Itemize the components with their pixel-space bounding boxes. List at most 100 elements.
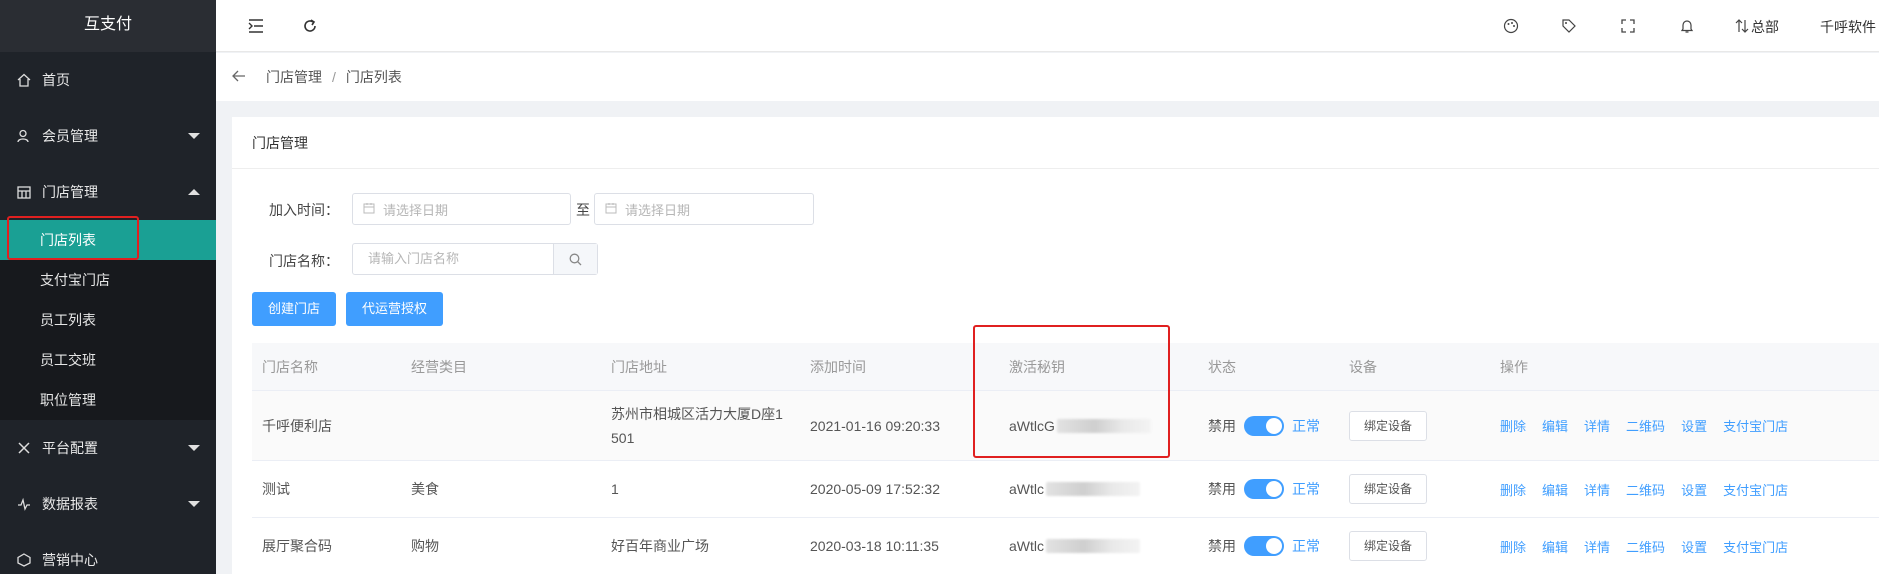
- user-name[interactable]: 千呼软件: [1820, 17, 1876, 37]
- alipay-store-link[interactable]: 支付宝门店: [1723, 416, 1788, 435]
- home-icon: [16, 72, 32, 88]
- delete-link[interactable]: 删除: [1500, 537, 1526, 556]
- qrcode-link[interactable]: 二维码: [1626, 537, 1665, 556]
- sidebar-item-home[interactable]: 首页: [0, 52, 216, 108]
- masked-key: [1046, 482, 1140, 496]
- cell-category: [401, 391, 411, 460]
- alipay-store-link[interactable]: 支付宝门店: [1723, 537, 1788, 556]
- detail-link[interactable]: 详情: [1584, 480, 1610, 499]
- qrcode-link[interactable]: 二维码: [1626, 480, 1665, 499]
- search-button[interactable]: [553, 244, 597, 274]
- breadcrumb-item-current: 门店列表: [345, 69, 402, 85]
- bind-device-button[interactable]: 绑定设备: [1349, 474, 1428, 504]
- user-icon: [16, 128, 32, 144]
- sidebar-item-members[interactable]: 会员管理: [0, 108, 216, 164]
- qrcode-link[interactable]: 二维码: [1626, 416, 1665, 435]
- sidebar-subitem-shift-handover[interactable]: 员工交班: [0, 340, 216, 380]
- sidebar-item-label: 门店管理: [42, 184, 98, 200]
- cell-status: 禁用 正常: [1198, 461, 1320, 517]
- sidebar-item-platform-config[interactable]: 平台配置: [0, 420, 216, 476]
- sidebar: 互支付 首页 会员管理 门店管理 门店列表 支付宝门店 员工列表 员工交班 职位…: [0, 0, 216, 574]
- theme-palette-icon[interactable]: [1499, 14, 1523, 38]
- status-toggle[interactable]: [1244, 479, 1284, 499]
- delete-link[interactable]: 删除: [1500, 416, 1526, 435]
- store-name-input[interactable]: 请输入门店名称: [353, 244, 553, 274]
- sidebar-item-stores[interactable]: 门店管理: [0, 164, 216, 220]
- sidebar-subitem-staff-list[interactable]: 员工列表: [0, 300, 216, 340]
- col-header-category: 经营类目: [411, 358, 467, 375]
- chevron-down-icon: [188, 133, 200, 139]
- tools-icon: [16, 440, 32, 456]
- col-header-address: 门店地址: [611, 358, 667, 375]
- tag-icon[interactable]: [1557, 14, 1581, 38]
- status-on-label: 正常: [1292, 538, 1320, 554]
- status-on-label: 正常: [1292, 481, 1320, 497]
- search-icon: [569, 253, 582, 265]
- status-off-label: 禁用: [1208, 481, 1236, 497]
- col-header-store-name: 门店名称: [262, 358, 318, 375]
- cell-device: 绑定设备: [1339, 518, 1428, 574]
- bind-device-button[interactable]: 绑定设备: [1349, 531, 1428, 561]
- menu-collapse-icon[interactable]: [244, 14, 268, 38]
- branch-name[interactable]: 总部: [1751, 17, 1779, 37]
- store-icon: [16, 184, 32, 200]
- breadcrumb-item[interactable]: 门店管理: [266, 67, 322, 87]
- start-date-input[interactable]: 请选择日期: [352, 193, 571, 225]
- top-bar: 总部 千呼软件: [216, 0, 1879, 52]
- refresh-icon[interactable]: [298, 14, 322, 38]
- back-arrow-icon[interactable]: [232, 69, 246, 85]
- edit-link[interactable]: 编辑: [1542, 480, 1568, 499]
- breadcrumb: 门店管理 / 门店列表: [216, 53, 1879, 101]
- cell-device: 绑定设备: [1339, 461, 1428, 517]
- address-line: 501: [611, 429, 635, 446]
- detail-link[interactable]: 详情: [1584, 537, 1610, 556]
- store-name-search[interactable]: 请输入门店名称: [352, 243, 598, 275]
- bind-device-button[interactable]: 绑定设备: [1349, 410, 1428, 441]
- sidebar-item-label: 营销中心: [42, 552, 98, 568]
- status-off-label: 禁用: [1208, 538, 1236, 554]
- bell-icon[interactable]: [1675, 14, 1699, 38]
- col-header-device: 设备: [1349, 358, 1377, 375]
- sidebar-subitem-positions[interactable]: 职位管理: [0, 380, 216, 420]
- card-title: 门店管理: [232, 117, 1879, 169]
- detail-link[interactable]: 详情: [1584, 416, 1610, 435]
- store-name-label: 门店名称：: [269, 253, 339, 269]
- cell-activation-key: aWtlc: [999, 461, 1140, 517]
- settings-link[interactable]: 设置: [1681, 537, 1707, 556]
- create-store-button[interactable]: 创建门店: [252, 292, 337, 326]
- table-row: 展厅聚合码 购物 好百年商业广场 2020-03-18 10:11:35 aWt…: [252, 518, 1879, 574]
- end-date-placeholder: 请选择日期: [625, 202, 691, 218]
- range-separator: 至: [576, 202, 590, 218]
- sidebar-item-label: 平台配置: [42, 440, 98, 456]
- cell-actions: 删除 编辑 详情 二维码 设置 支付宝门店: [1490, 461, 1804, 517]
- sidebar-item-marketing[interactable]: 营销中心: [0, 532, 216, 574]
- cell-status: 禁用 正常: [1198, 391, 1320, 460]
- activation-key-prefix: aWtlc: [1009, 481, 1044, 497]
- sidebar-item-reports[interactable]: 数据报表: [0, 476, 216, 532]
- chevron-down-icon: [188, 501, 200, 507]
- alipay-store-link[interactable]: 支付宝门店: [1723, 480, 1788, 499]
- chevron-up-icon: [188, 189, 200, 195]
- status-toggle[interactable]: [1244, 536, 1284, 556]
- end-date-input[interactable]: 请选择日期: [594, 193, 814, 225]
- col-header-add-time: 添加时间: [810, 358, 866, 375]
- app-logo: 互支付: [0, 0, 216, 52]
- calendar-icon: [605, 202, 617, 217]
- table-row: 测试 美食 1 2020-05-09 17:52:32 aWtlc 禁用 正常 …: [252, 461, 1879, 518]
- proxy-auth-button[interactable]: 代运营授权: [346, 292, 444, 326]
- col-header-actions: 操作: [1500, 358, 1528, 375]
- edit-link[interactable]: 编辑: [1542, 416, 1568, 435]
- sidebar-subitem-alipay-stores[interactable]: 支付宝门店: [0, 260, 216, 300]
- cell-address: 1: [611, 481, 619, 497]
- settings-link[interactable]: 设置: [1681, 416, 1707, 435]
- delete-link[interactable]: 删除: [1500, 480, 1526, 499]
- cell-category: 美食: [411, 481, 439, 497]
- settings-link[interactable]: 设置: [1681, 480, 1707, 499]
- cell-add-time: 2021-01-16 09:20:33: [810, 417, 940, 434]
- status-on-label: 正常: [1292, 417, 1320, 434]
- cell-store-name: 千呼便利店: [262, 417, 332, 434]
- fullscreen-icon[interactable]: [1616, 14, 1640, 38]
- edit-link[interactable]: 编辑: [1542, 537, 1568, 556]
- cell-address: 苏州市相城区活力大厦D座1 501: [601, 391, 783, 460]
- status-toggle[interactable]: [1244, 415, 1284, 436]
